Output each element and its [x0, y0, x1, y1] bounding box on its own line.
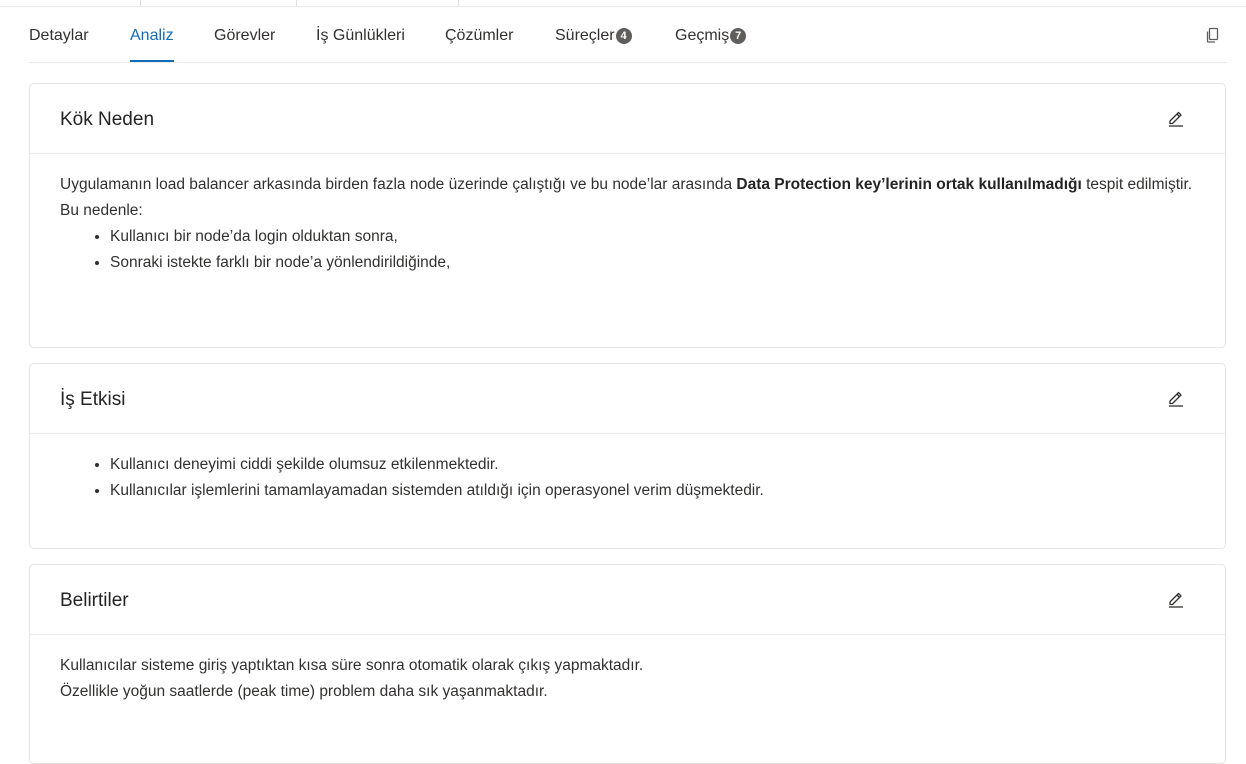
- tab-detaylar[interactable]: Detaylar: [29, 14, 89, 62]
- tab-label: Çözümler: [445, 27, 514, 44]
- tab-label: Süreçler: [555, 27, 615, 44]
- card-header: İş Etkisi: [30, 364, 1225, 434]
- edit-button[interactable]: [1167, 591, 1185, 609]
- count-badge: 4: [615, 28, 632, 44]
- copy-button[interactable]: [1203, 25, 1223, 45]
- symptom-line: Özellikle yoğun saatlerde (peak time) pr…: [60, 683, 548, 700]
- root-cause-paragraph: Uygulamanın load balancer arkasında bird…: [60, 172, 1195, 198]
- tab-label: Analiz: [130, 27, 174, 44]
- tab-analiz[interactable]: Analiz: [130, 14, 174, 62]
- tab-strip-divider: [140, 0, 141, 6]
- tab-is-gunlukleri[interactable]: İş Günlükleri: [316, 14, 405, 62]
- tab-gorevler[interactable]: Görevler: [214, 14, 275, 62]
- symptom-line: Kullanıcılar sisteme giriş yaptıktan kıs…: [60, 657, 644, 674]
- active-tab-indicator: [130, 60, 174, 62]
- card-title: İş Etkisi: [60, 389, 126, 410]
- text-segment: tespit edilmiştir.: [1081, 176, 1193, 193]
- pencil-edit-icon: [1169, 592, 1183, 608]
- tab-label: Görevler: [214, 27, 276, 44]
- tab-label: İş Günlükleri: [316, 27, 405, 44]
- count-badge: 7: [730, 28, 747, 44]
- card-body: Kullanıcı deneyimi ciddi şekilde olumsuz…: [30, 434, 1225, 504]
- list-item: Kullanıcılar işlemlerini tamamlayamadan …: [110, 478, 1195, 504]
- symptoms-card: Belirtiler Kullanıcılar sisteme giriş ya…: [29, 564, 1226, 764]
- edit-button[interactable]: [1167, 110, 1185, 128]
- list-item: Sonraki istekte farklı bir node’a yönlen…: [110, 250, 1195, 276]
- analysis-tab-bar: Detaylar Analiz Görevler İş Günlükleri Ç…: [29, 14, 1227, 63]
- copy-icon: [1206, 27, 1219, 43]
- card-body: Uygulamanın load balancer arkasında bird…: [30, 154, 1225, 276]
- card-title: Kök Neden: [60, 109, 155, 130]
- tab-strip-divider: [296, 0, 297, 6]
- business-impact-list: Kullanıcı deneyimi ciddi şekilde olumsuz…: [60, 452, 1195, 504]
- root-cause-line: Bu nedenle:: [60, 202, 143, 219]
- tab-cozumler[interactable]: Çözümler: [445, 14, 513, 62]
- tab-strip-divider: [458, 0, 459, 6]
- tab-surecler[interactable]: Süreçler 4: [555, 14, 632, 62]
- card-header: Kök Neden: [30, 84, 1225, 154]
- text-segment: Uygulamanın load balancer arkasında bird…: [60, 176, 737, 193]
- tab-label: Geçmiş: [675, 27, 730, 44]
- card-title: Belirtiler: [60, 590, 129, 611]
- edit-button[interactable]: [1167, 390, 1185, 408]
- root-cause-card: Kök Neden Uygulamanın load balancer arka…: [29, 83, 1226, 348]
- pencil-edit-icon: [1169, 111, 1183, 127]
- root-cause-list: Kullanıcı bir node’da login olduktan son…: [60, 224, 1195, 276]
- list-item: Kullanıcı bir node’da login olduktan son…: [110, 224, 1195, 250]
- list-item: Kullanıcı deneyimi ciddi şekilde olumsuz…: [110, 452, 1195, 478]
- card-body: Kullanıcılar sisteme giriş yaptıktan kıs…: [30, 635, 1225, 705]
- tab-gecmis[interactable]: Geçmiş 7: [675, 14, 747, 62]
- business-impact-card: İş Etkisi Kullanıcı deneyimi ciddi şekil…: [29, 363, 1226, 549]
- pencil-edit-icon: [1169, 391, 1183, 407]
- card-header: Belirtiler: [30, 565, 1225, 635]
- bold-text-segment: Data Protection key’lerinin ortak kullan…: [736, 176, 1082, 193]
- tab-label: Detaylar: [29, 27, 89, 44]
- top-tab-strip: [0, 0, 1246, 7]
